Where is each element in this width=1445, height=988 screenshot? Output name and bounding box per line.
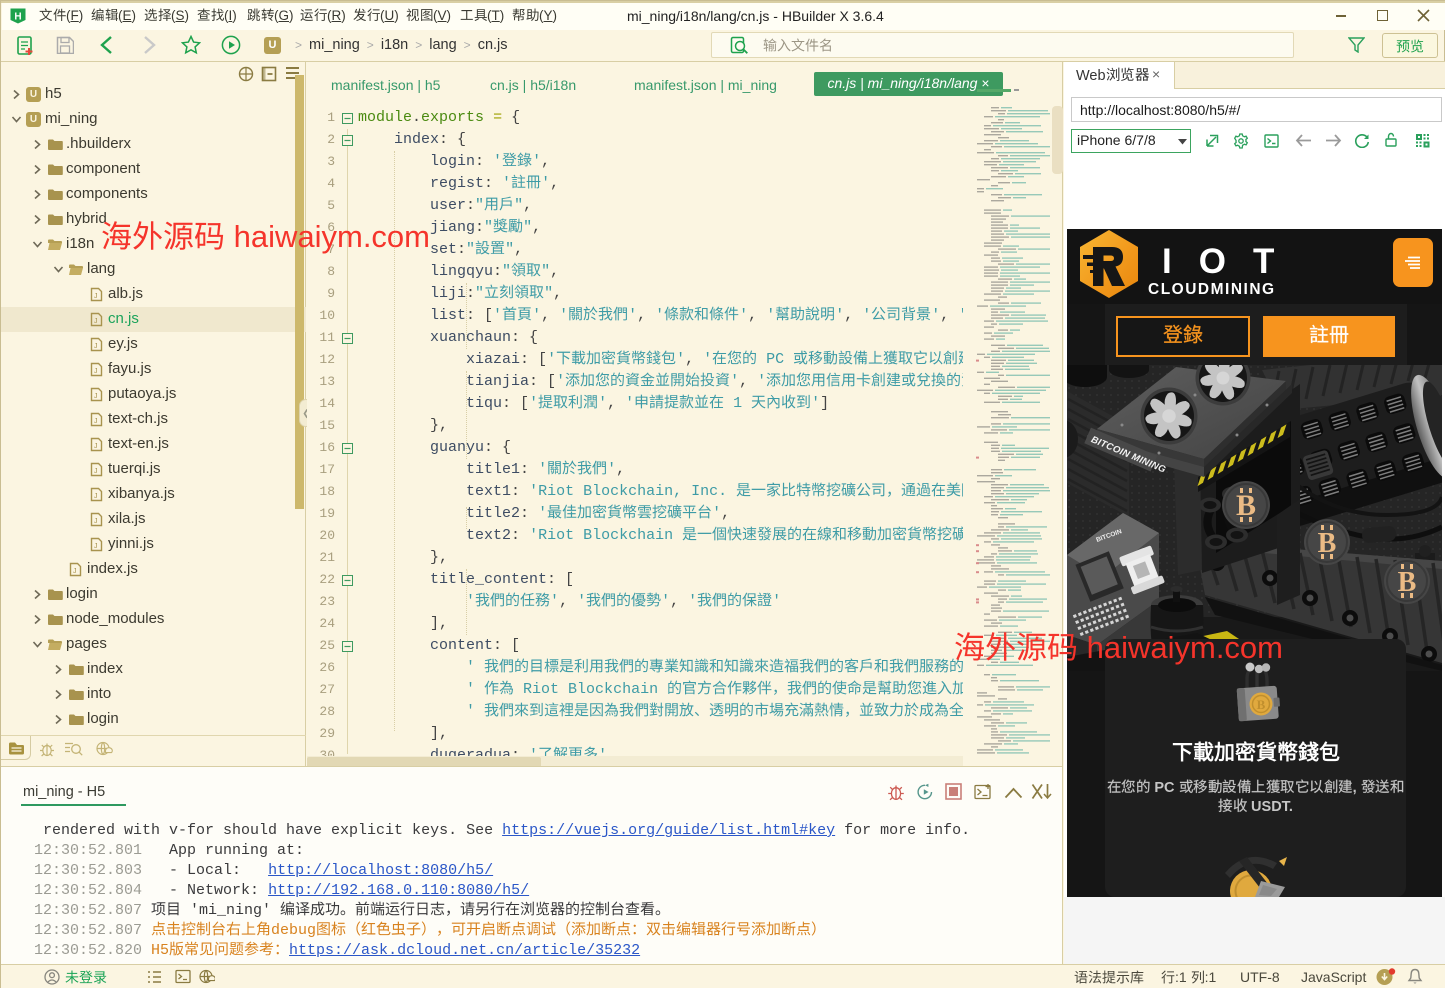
svg-text:J: J <box>94 443 98 450</box>
svg-text:J: J <box>94 343 98 350</box>
svg-text:B: B <box>1257 697 1266 712</box>
svg-text:J: J <box>94 493 98 500</box>
svg-text:B: B <box>1236 489 1256 522</box>
svg-text:J: J <box>73 568 77 575</box>
svg-text:J: J <box>94 393 98 400</box>
svg-text:J: J <box>94 468 98 475</box>
svg-text:J: J <box>94 368 98 375</box>
svg-text:J: J <box>94 543 98 550</box>
svg-text:J: J <box>94 418 98 425</box>
svg-text:J: J <box>94 318 98 325</box>
svg-text:J: J <box>94 293 98 300</box>
svg-text:H: H <box>14 12 21 23</box>
svg-text:J: J <box>94 518 98 525</box>
svg-text:B: B <box>1318 528 1337 559</box>
svg-text:B: B <box>1398 567 1417 598</box>
